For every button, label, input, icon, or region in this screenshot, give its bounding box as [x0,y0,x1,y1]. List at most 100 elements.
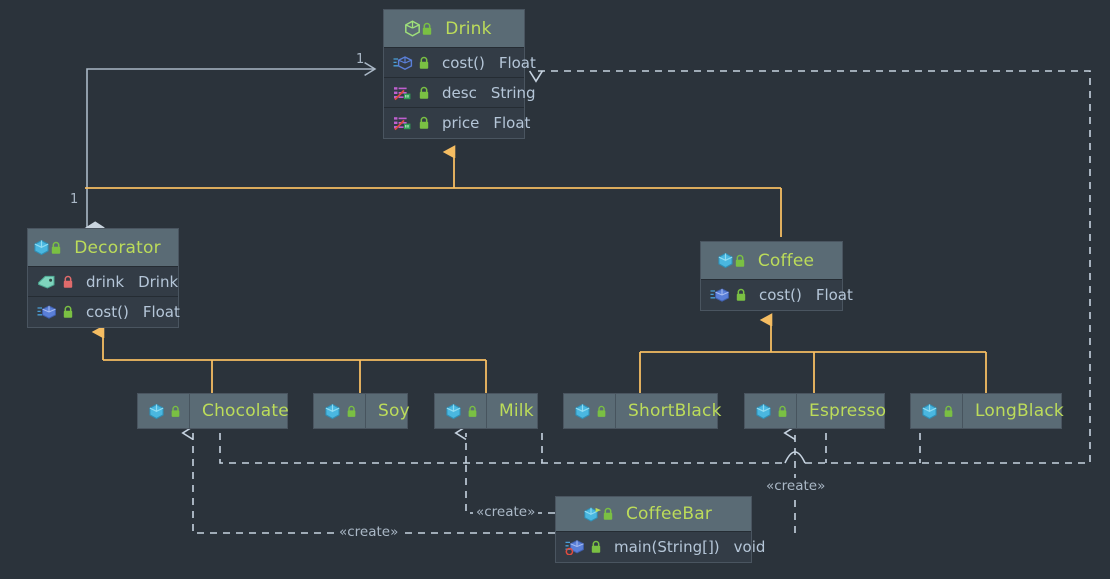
member-name: cost() [86,303,129,321]
lock-public-icon [943,405,954,418]
class-name: CoffeeBar [625,504,713,524]
member-row[interactable]: main(String[]) void [556,532,765,562]
lock-public-icon [602,507,614,521]
class-header-coffeebar: CoffeeBar [556,497,751,532]
member-row[interactable]: cost() Float [701,280,853,310]
member-type: Float [142,303,180,321]
class-node-milk[interactable]: Milk [434,393,538,429]
main-method-icon [565,539,585,556]
member-row[interactable]: desc String [384,78,536,108]
class-node-drink[interactable]: Drink cost() Float desc String price Flo… [383,9,536,139]
member-type: Drink [138,272,179,291]
member-name: desc [442,83,477,102]
lock-public-icon [596,405,607,418]
member-type: void [733,538,766,556]
class-node-soy[interactable]: Soy [313,393,410,429]
edge-generalization-to-coffee [639,320,987,393]
member-name: price [442,114,480,132]
class-icon [33,239,50,256]
lock-public-icon [418,116,430,130]
member-type: Float [493,114,531,132]
class-header-drink: Drink [384,10,524,48]
lock-public-icon [777,405,788,418]
class-header-espresso: Espresso [745,394,886,428]
class-node-shortblack[interactable]: ShortBlack [563,393,721,429]
multiplicity-drink-end: 1 [356,52,365,67]
icon-cell [138,394,190,428]
member-name: main(String[]) [614,538,720,556]
class-icon [445,403,462,420]
lock-private-icon [62,275,74,289]
class-name: Chocolate [202,401,289,421]
class-icon [755,403,772,420]
field-icon [393,85,413,101]
edge-generalization-to-decorator [103,332,487,393]
runnable-class-icon [583,506,602,523]
edge-generalization-to-drink [85,152,782,237]
stereotype-create-left: «create» [336,524,402,540]
class-header-decorator: Decorator [28,229,178,267]
icon-cell [745,394,797,428]
field-icon [393,115,413,131]
member-name: cost() [442,53,485,72]
method-icon [710,287,730,303]
multiplicity-decorator-end: 1 [70,192,79,207]
lock-public-icon [421,22,433,36]
icon-cell [564,394,616,428]
class-icon [574,403,591,420]
member-row[interactable]: cost() Float [28,297,180,327]
class-node-coffee[interactable]: Coffee cost() Float [700,241,853,311]
edge-dependency-coffeebar-milk [466,433,555,514]
lock-public-icon [735,288,747,302]
class-name: Drink [445,18,492,39]
abstract-method-icon [393,55,413,71]
lock-public-icon [734,254,746,268]
class-header-soy: Soy [314,394,410,428]
class-header-chocolate: Chocolate [138,394,289,428]
class-name: Espresso [809,401,887,421]
icon-cell [314,394,366,428]
lock-public-icon [62,305,74,319]
class-name: Coffee [757,250,815,271]
lock-public-icon [346,405,357,418]
lock-public-icon [170,405,181,418]
member-row[interactable]: cost() Float [384,48,536,78]
class-name: LongBlack [975,401,1064,421]
class-header-longblack: LongBlack [911,394,1064,428]
member-row[interactable]: price Float [384,108,530,138]
lock-public-icon [418,86,430,100]
class-node-coffeebar[interactable]: CoffeeBar main(String[]) void [555,496,765,563]
class-header-shortblack: ShortBlack [564,394,721,428]
class-icon [148,403,165,420]
lock-public-icon [590,540,602,554]
edge-association-decorator-drink [87,69,375,228]
member-type: Float [815,286,853,304]
class-icon [921,403,938,420]
lock-public-icon [418,56,430,70]
method-icon [37,304,57,320]
member-type: Float [498,53,536,72]
class-node-espresso[interactable]: Espresso [744,393,886,429]
member-name: cost() [759,286,802,304]
icon-cell [435,394,487,428]
lock-public-icon [50,241,62,255]
class-header-coffee: Coffee [701,242,842,280]
stereotype-create-mid: «create» [473,504,539,520]
uml-class-diagram: Drink cost() Float desc String price Flo… [0,0,1110,579]
class-name: Decorator [74,237,161,258]
class-node-longblack[interactable]: LongBlack [910,393,1064,429]
class-node-decorator[interactable]: Decorator drink Drink cost() Float [27,228,180,328]
class-name: Soy [378,401,410,421]
lock-public-icon [467,405,478,418]
class-name: Milk [499,401,534,421]
class-icon [324,403,341,420]
icon-cell [911,394,963,428]
member-row[interactable]: drink Drink [28,267,178,297]
property-icon [37,274,57,290]
class-icon [717,252,734,269]
class-header-milk: Milk [435,394,537,428]
class-name: ShortBlack [628,401,722,421]
member-type: String [490,83,536,102]
abstract-class-icon [404,20,421,37]
class-node-chocolate[interactable]: Chocolate [137,393,289,429]
